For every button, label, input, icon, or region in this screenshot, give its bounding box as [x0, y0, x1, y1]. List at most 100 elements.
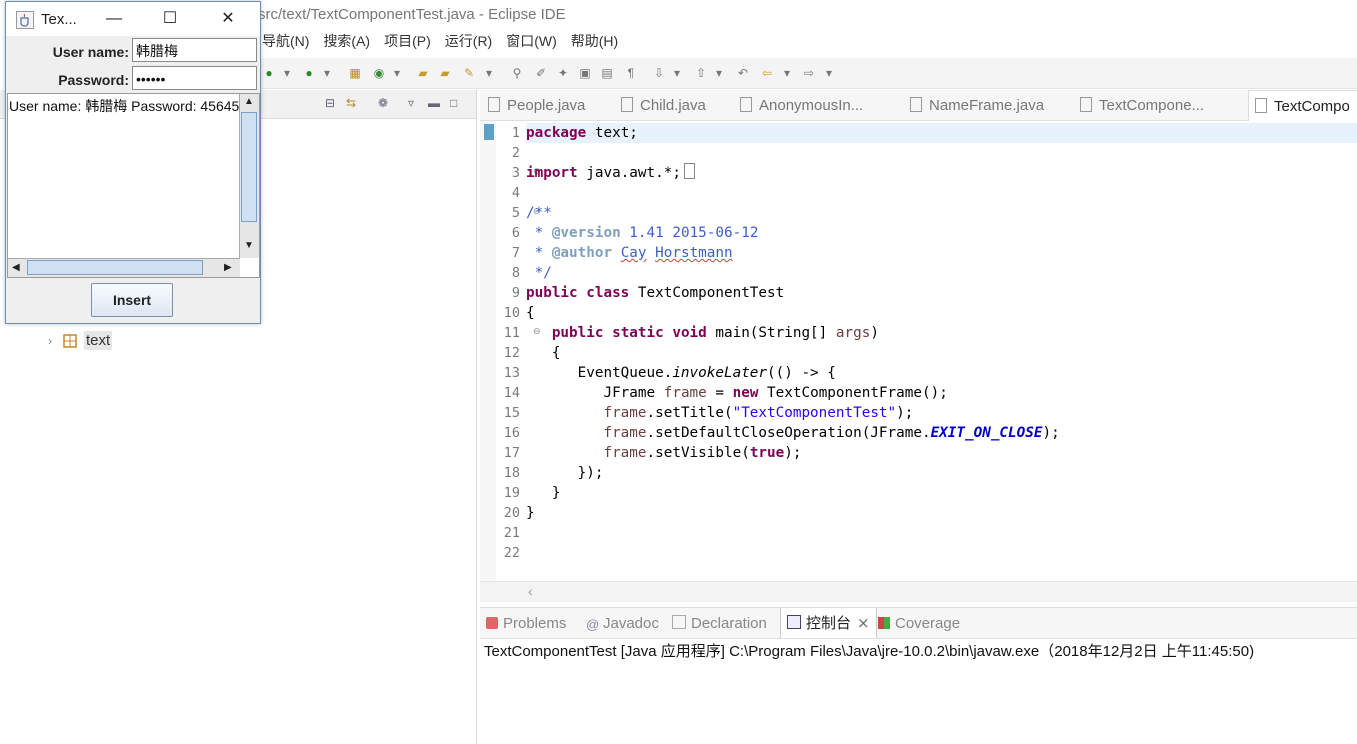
code-editor[interactable]: 1 2 3 4 5 6 7 8 9 10 11 12 13 14 15 16 1…: [480, 121, 1357, 581]
tab-child-java[interactable]: Child.java: [621, 90, 706, 120]
dropdown-arrow-icon[interactable]: ▾: [779, 65, 795, 81]
collapse-all-icon[interactable]: ⊟: [325, 96, 335, 110]
tree-item-text-package[interactable]: › text: [48, 331, 113, 350]
scroll-up-icon[interactable]: ▲: [244, 96, 254, 107]
tab-label: 控制台: [806, 615, 852, 632]
close-icon[interactable]: ✕: [218, 10, 238, 28]
view-menu-icon[interactable]: ▿: [408, 96, 414, 110]
coverage-icon: [878, 617, 890, 629]
scroll-left-icon[interactable]: ‹: [528, 583, 533, 599]
new-class-icon[interactable]: ◉: [371, 65, 387, 81]
dropdown-arrow-icon[interactable]: ▾: [319, 65, 335, 81]
menu-help[interactable]: 帮助(H): [564, 30, 625, 52]
line-number: 2: [511, 145, 520, 161]
tab-people-java[interactable]: People.java: [488, 90, 585, 120]
tab-label: TextCompo: [1274, 98, 1350, 115]
menu-project[interactable]: 项目(P): [377, 30, 438, 52]
menu-window[interactable]: 窗口(W): [499, 30, 564, 52]
back-icon[interactable]: ⇦: [759, 65, 775, 81]
line-number: 14: [503, 385, 520, 401]
tab-javadoc[interactable]: @ Javadoc: [586, 608, 659, 638]
static-constant: EXIT_ON_CLOSE: [930, 425, 1043, 441]
code-text-span: );: [784, 445, 802, 461]
tab-textcomponent-frame[interactable]: TextCompone...: [1080, 90, 1204, 120]
dropdown-arrow-icon[interactable]: ▾: [279, 65, 295, 81]
keyword: public static void: [551, 325, 707, 341]
line-number: 18: [503, 465, 520, 481]
annotation-icon[interactable]: ✦: [555, 65, 571, 81]
line-number: 9: [511, 285, 520, 301]
swing-title-bar[interactable]: Tex... — ☐ ✕: [6, 2, 260, 36]
java-file-icon: [740, 97, 752, 112]
open-folder-icon[interactable]: ▰: [437, 65, 453, 81]
dropdown-arrow-icon[interactable]: ▾: [711, 65, 727, 81]
minimize-icon[interactable]: ▬: [428, 96, 440, 110]
focus-icon[interactable]: ❁: [378, 96, 388, 110]
line-number: 11: [503, 325, 520, 341]
link-editor-icon[interactable]: ⇆: [346, 96, 356, 110]
code-line: public static void main(String[] args): [526, 323, 879, 343]
tab-declaration[interactable]: Declaration: [672, 608, 767, 638]
local-variable: frame: [603, 445, 647, 461]
tab-label: TextCompone...: [1099, 97, 1205, 114]
scroll-down-icon[interactable]: ▼: [244, 240, 254, 251]
toggle-mark-icon[interactable]: ⚲: [509, 65, 525, 81]
vertical-scroll-thumb[interactable]: [241, 112, 257, 222]
dropdown-arrow-icon[interactable]: ▾: [821, 65, 837, 81]
dropdown-arrow-icon[interactable]: ▾: [389, 65, 405, 81]
package-icon: [62, 333, 78, 349]
debug-icon[interactable]: ●: [261, 65, 277, 81]
javadoc-tag: @author: [551, 245, 613, 261]
code-text[interactable]: package text; import java.awt.*; /** * @…: [526, 121, 1357, 581]
new-package-icon[interactable]: ▦: [347, 65, 363, 81]
menu-navigate[interactable]: 导航(N): [255, 30, 316, 52]
chevron-right-icon[interactable]: ›: [48, 334, 62, 348]
line-number: 19: [503, 485, 520, 501]
maximize-icon[interactable]: ☐: [160, 10, 180, 28]
open-type-icon[interactable]: ▰: [415, 65, 431, 81]
pen-icon[interactable]: ✐: [533, 65, 549, 81]
password-field[interactable]: ••••••: [132, 66, 257, 90]
code-text-span: ): [870, 325, 879, 341]
insert-button[interactable]: Insert: [91, 283, 173, 317]
block-select-icon[interactable]: ▣: [577, 65, 593, 81]
tab-console-active[interactable]: 控制台 ⨯: [780, 608, 877, 638]
dropdown-arrow-icon[interactable]: ▾: [481, 65, 497, 81]
user-name-field[interactable]: 韩腊梅: [132, 38, 257, 62]
dropdown-arrow-icon[interactable]: ▾: [669, 65, 685, 81]
pilcrow-icon[interactable]: ¶: [623, 65, 639, 81]
folded-imports-box[interactable]: [683, 163, 695, 179]
horizontal-scroll-thumb[interactable]: [27, 260, 203, 275]
code-text-span: [526, 425, 603, 441]
close-icon[interactable]: ⨯: [857, 615, 870, 632]
prev-annotation-icon[interactable]: ⇧: [693, 65, 709, 81]
last-edit-icon[interactable]: ↶: [735, 65, 751, 81]
editor-horizontal-scrollbar[interactable]: ‹: [480, 581, 1357, 602]
java-file-icon: [621, 97, 633, 112]
textarea-content: User name: 韩腊梅 Password: 456456: [9, 98, 239, 114]
tab-problems[interactable]: Problems: [486, 608, 566, 638]
search-tool-icon[interactable]: ✎: [461, 65, 477, 81]
output-textarea[interactable]: User name: 韩腊梅 Password: 456456 ▲ ▼ ◀ ▶: [7, 93, 260, 278]
javadoc-text: Cay: [620, 245, 647, 261]
tab-textcomponenttest-active[interactable]: TextCompo: [1248, 90, 1357, 121]
code-line: frame.setVisible(true);: [526, 443, 801, 463]
horizontal-scrollbar[interactable]: ◀ ▶: [8, 258, 240, 277]
menu-run[interactable]: 运行(R): [438, 30, 499, 52]
scroll-left-icon[interactable]: ◀: [12, 262, 20, 273]
code-text-span: text;: [586, 125, 638, 141]
scroll-right-icon[interactable]: ▶: [224, 262, 232, 273]
code-text-span: java.awt.*;: [577, 165, 681, 181]
show-whitespace-icon[interactable]: ▤: [599, 65, 615, 81]
forward-icon[interactable]: ⇨: [801, 65, 817, 81]
tab-nameframe-java[interactable]: NameFrame.java: [910, 90, 1044, 120]
vertical-scrollbar[interactable]: ▲ ▼: [239, 94, 259, 258]
maximize-icon[interactable]: □: [450, 96, 457, 110]
menu-search[interactable]: 搜索(A): [316, 30, 377, 52]
tab-anonymous-java[interactable]: AnonymousIn...: [740, 90, 863, 120]
tab-coverage[interactable]: Coverage: [878, 608, 960, 638]
minimize-icon[interactable]: —: [104, 10, 124, 28]
run-icon[interactable]: ●: [301, 65, 317, 81]
next-annotation-icon[interactable]: ⇩: [651, 65, 667, 81]
code-text-span: [526, 325, 552, 341]
